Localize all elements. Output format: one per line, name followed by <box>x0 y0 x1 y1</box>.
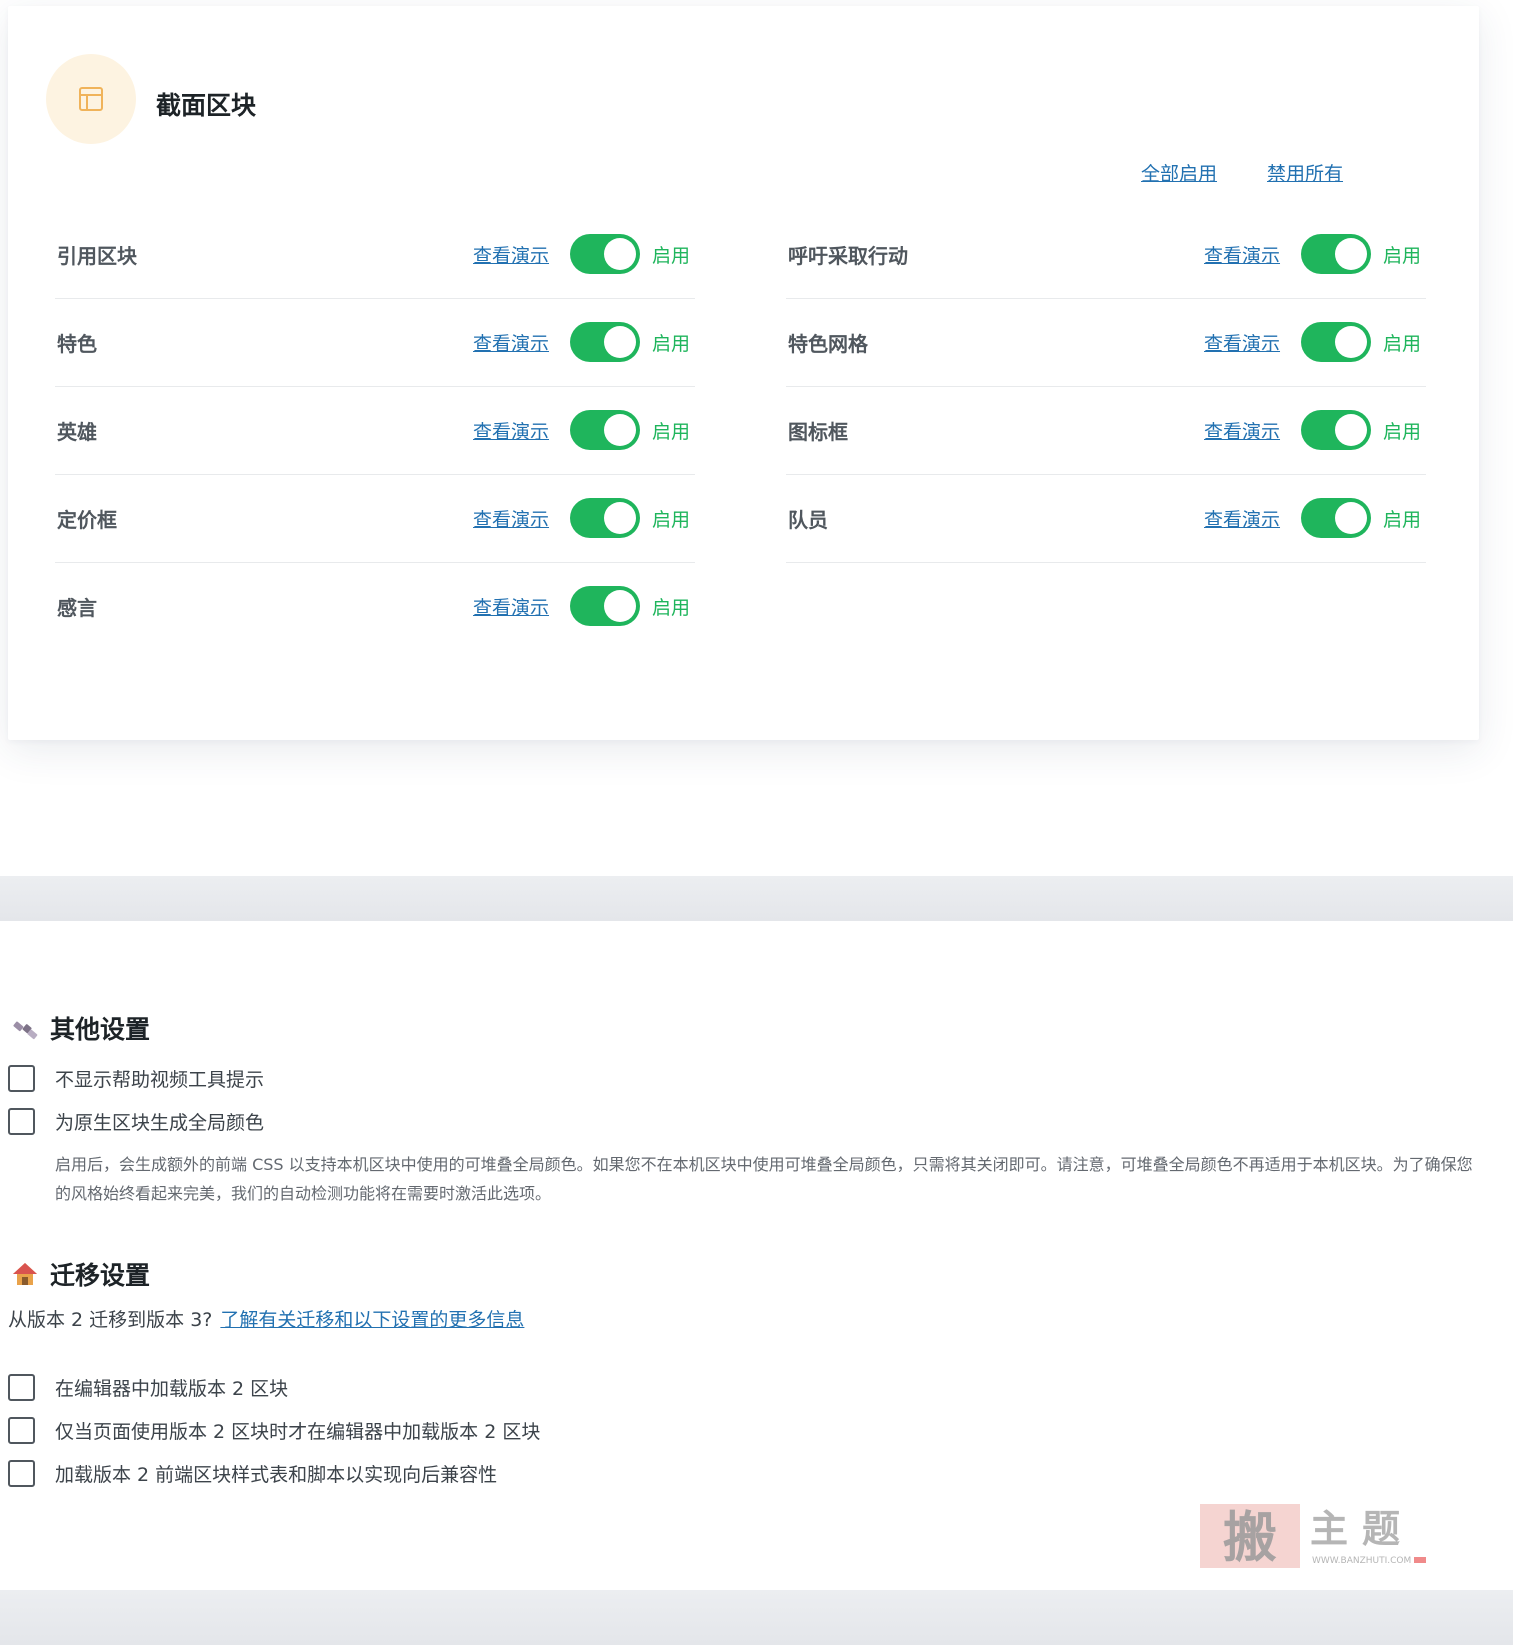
section-title: 迁移设置 <box>50 1261 151 1290</box>
toggle-knob <box>1335 326 1367 358</box>
block-row-hero: 英雄 查看演示 启用 <box>55 386 695 475</box>
section-divider <box>0 876 1513 921</box>
option-label: 为原生区块生成全局颜色 <box>55 1112 265 1134</box>
view-demo-link[interactable]: 查看演示 <box>473 417 549 444</box>
checkbox[interactable] <box>8 1108 35 1135</box>
block-toggle[interactable] <box>570 586 640 626</box>
option-load-v2-editor: 在编辑器中加载版本 2 区块 <box>8 1374 288 1401</box>
checkbox[interactable] <box>8 1374 35 1401</box>
toggle-state-label: 启用 <box>652 332 691 355</box>
toggle-state-label: 启用 <box>1383 508 1422 531</box>
section-divider <box>0 1590 1513 1645</box>
checkbox[interactable] <box>8 1417 35 1444</box>
migration-settings-heading: 迁移设置 <box>10 1256 150 1292</box>
checkbox[interactable] <box>8 1460 35 1487</box>
svg-text:主: 主 <box>1310 1506 1348 1551</box>
block-row-feature: 特色 查看演示 启用 <box>55 298 695 387</box>
option-load-v2-when-used: 仅当页面使用版本 2 区块时才在编辑器中加载版本 2 区块 <box>8 1417 540 1444</box>
toggle-knob <box>1335 238 1367 270</box>
block-toggle[interactable] <box>570 322 640 362</box>
view-demo-link[interactable]: 查看演示 <box>473 593 549 620</box>
toggle-state-label: 启用 <box>652 508 691 531</box>
watermark-logo: 搬 主 题 WWW.BANZHUTI.COM <box>1198 1500 1430 1572</box>
toggle-knob <box>1335 502 1367 534</box>
toggle-knob <box>1335 414 1367 446</box>
enable-all-link[interactable]: 全部启用 <box>1141 159 1217 186</box>
layout-icon <box>46 54 136 144</box>
disable-all-link[interactable]: 禁用所有 <box>1267 159 1343 186</box>
block-label: 特色网格 <box>788 331 868 356</box>
migration-intro: 从版本 2 迁移到版本 3? 了解有关迁移和以下设置的更多信息 <box>8 1305 524 1332</box>
block-label: 英雄 <box>57 419 97 444</box>
view-demo-link[interactable]: 查看演示 <box>1204 417 1280 444</box>
option-description: 启用后，会生成额外的前端 CSS 以支持本机区块中使用的可堆叠全局颜色。如果您不… <box>55 1155 1473 1203</box>
toggle-state-label: 启用 <box>652 244 691 267</box>
toggle-knob <box>604 502 636 534</box>
block-toggle[interactable] <box>1301 410 1371 450</box>
toggle-state-label: 启用 <box>652 420 691 443</box>
section-title: 其他设置 <box>50 1015 151 1044</box>
svg-text:WWW.BANZHUTI.COM: WWW.BANZHUTI.COM <box>1312 1556 1411 1566</box>
view-demo-link[interactable]: 查看演示 <box>473 505 549 532</box>
block-label: 定价框 <box>57 507 117 532</box>
toggle-knob <box>604 414 636 446</box>
block-label: 呼吁采取行动 <box>788 243 908 268</box>
option-native-global-colors: 为原生区块生成全局颜色 <box>8 1108 264 1135</box>
view-demo-link[interactable]: 查看演示 <box>1204 329 1280 356</box>
view-demo-link[interactable]: 查看演示 <box>473 329 549 356</box>
toggle-state-label: 启用 <box>1383 244 1422 267</box>
view-demo-link[interactable]: 查看演示 <box>1204 241 1280 268</box>
block-toggle[interactable] <box>570 234 640 274</box>
block-toggle[interactable] <box>570 498 640 538</box>
block-toggle[interactable] <box>1301 322 1371 362</box>
block-label: 感言 <box>57 595 97 620</box>
satellite-icon <box>10 1013 40 1043</box>
option-label: 仅当页面使用版本 2 区块时才在编辑器中加载版本 2 区块 <box>55 1421 541 1443</box>
block-row-cta: 呼吁采取行动 查看演示 启用 <box>786 210 1426 299</box>
block-toggle[interactable] <box>570 410 640 450</box>
block-label: 引用区块 <box>57 243 137 268</box>
block-row-icon-box: 图标框 查看演示 启用 <box>786 386 1426 475</box>
view-demo-link[interactable]: 查看演示 <box>473 241 549 268</box>
option-label: 加载版本 2 前端区块样式表和脚本以实现向后兼容性 <box>55 1464 498 1486</box>
block-toggle[interactable] <box>1301 234 1371 274</box>
other-settings-heading: 其他设置 <box>10 1010 150 1046</box>
svg-text:题: 题 <box>1362 1506 1400 1551</box>
card-title: 截面区块 <box>156 91 257 120</box>
toggle-knob <box>604 590 636 622</box>
toggle-state-label: 启用 <box>652 596 691 619</box>
option-load-v2-frontend: 加载版本 2 前端区块样式表和脚本以实现向后兼容性 <box>8 1460 497 1487</box>
toggle-state-label: 启用 <box>1383 420 1422 443</box>
block-row-feature-grid: 特色网格 查看演示 启用 <box>786 298 1426 387</box>
toggle-state-label: 启用 <box>1383 332 1422 355</box>
house-icon <box>10 1259 40 1289</box>
migration-intro-text: 从版本 2 迁移到版本 3? <box>8 1309 213 1331</box>
block-label: 队员 <box>788 507 828 532</box>
block-label: 特色 <box>57 331 97 356</box>
option-label: 在编辑器中加载版本 2 区块 <box>55 1378 289 1400</box>
view-demo-link[interactable]: 查看演示 <box>1204 505 1280 532</box>
toggle-knob <box>604 238 636 270</box>
block-row-quote: 引用区块 查看演示 启用 <box>55 210 695 299</box>
block-toggle[interactable] <box>1301 498 1371 538</box>
option-label: 不显示帮助视频工具提示 <box>55 1069 265 1091</box>
toggle-knob <box>604 326 636 358</box>
option-hide-video-tooltips: 不显示帮助视频工具提示 <box>8 1065 264 1092</box>
block-row-pricing: 定价框 查看演示 启用 <box>55 474 695 563</box>
learn-more-link[interactable]: 了解有关迁移和以下设置的更多信息 <box>220 1309 524 1331</box>
block-row-testimonial: 感言 查看演示 启用 <box>55 562 695 650</box>
block-label: 图标框 <box>788 419 848 444</box>
block-row-team-member: 队员 查看演示 启用 <box>786 474 1426 563</box>
svg-text:搬: 搬 <box>1223 1505 1277 1569</box>
checkbox[interactable] <box>8 1065 35 1092</box>
